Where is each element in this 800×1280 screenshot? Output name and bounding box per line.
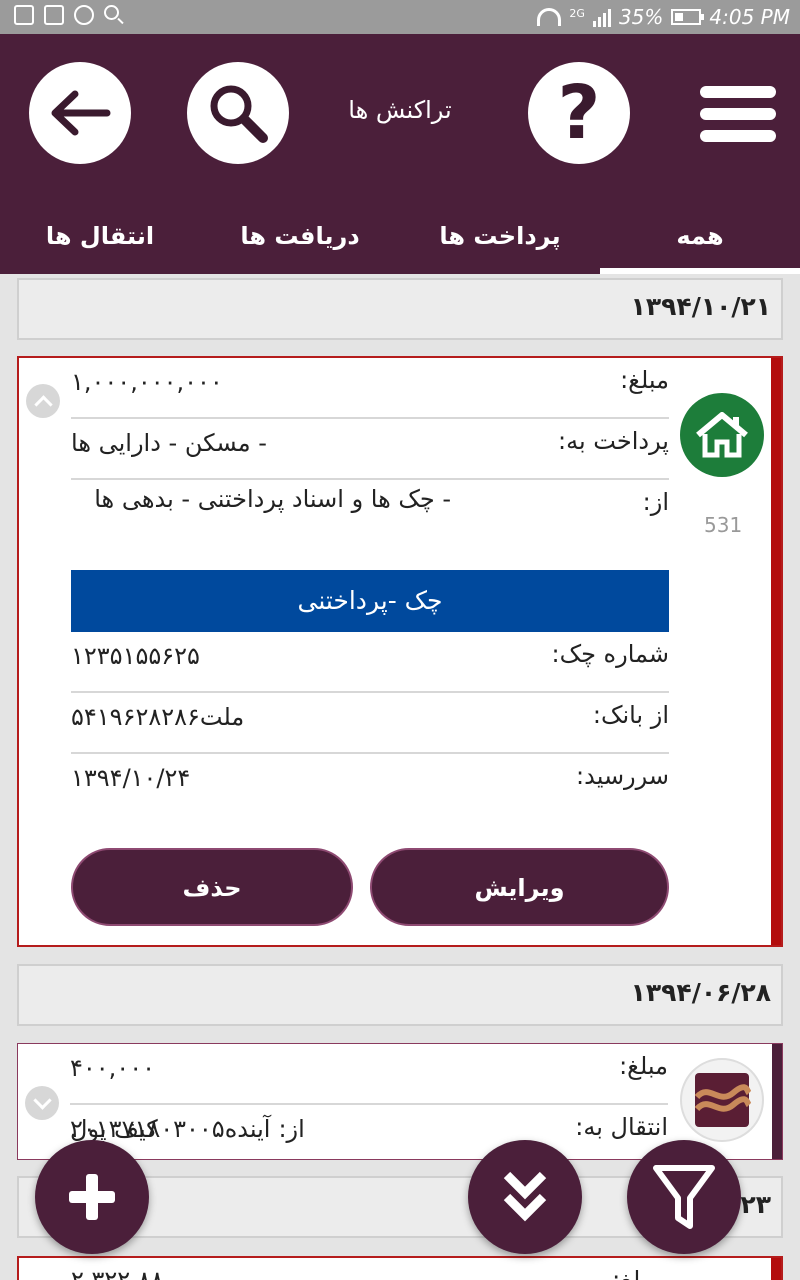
delete-button[interactable]: حذف (71, 848, 353, 926)
notification-icon (14, 5, 34, 25)
amount-row: مبلغ: ۱,۰۰۰,۰۰۰,۰۰۰ (71, 358, 669, 419)
tab-all[interactable]: همه (600, 214, 800, 274)
from-value: - چک ها و اسناد پرداختنی - بدهی ها (94, 485, 451, 513)
status-search-icon (104, 5, 119, 20)
transaction-card: 531 مبلغ: ۱,۰۰۰,۰۰۰,۰۰۰ پرداخت به: - مسک… (17, 356, 783, 947)
check-number-value: ۱۲۳۵۱۵۵۶۲۵ (71, 642, 200, 670)
due-date-value: ۱۳۹۴/۱۰/۲۴ (71, 764, 191, 792)
amount-value: ۱,۰۰۰,۰۰۰,۰۰۰ (71, 368, 223, 396)
help-icon: ? (557, 70, 601, 156)
transfer-from-label: از: (278, 1115, 305, 1143)
load-more-button[interactable] (468, 1140, 582, 1254)
menu-icon (700, 86, 776, 98)
due-date-label: سررسید: (576, 762, 669, 790)
collapse-toggle[interactable] (26, 384, 60, 418)
status-stripe (771, 1258, 781, 1280)
double-chevron-down-icon (503, 1171, 547, 1222)
system-status: 2G 35% 4:05 PM (537, 5, 790, 29)
arrow-left-icon (51, 90, 111, 136)
from-row: از: - چک ها و اسناد پرداختنی - بدهی ها (71, 480, 669, 560)
page-title: تراکنش ها (348, 96, 452, 124)
tab-receipts[interactable]: دریافت ها (200, 214, 400, 274)
from-label: از: (642, 488, 669, 516)
help-button[interactable]: ? (528, 62, 630, 164)
edit-button[interactable]: ویرایش (370, 848, 669, 926)
search-icon (210, 85, 268, 143)
status-stripe (771, 358, 781, 945)
date-header: ۱۳۹۴/۱۰/۲۱ (17, 278, 783, 340)
transaction-count: 531 (704, 513, 743, 537)
plus-icon (69, 1174, 115, 1220)
transaction-type-banner: چک -پرداختنی (71, 570, 669, 632)
filter-button[interactable] (627, 1140, 741, 1254)
menu-button[interactable] (700, 86, 776, 142)
signal-icon (592, 7, 611, 27)
clock: 4:05 PM (709, 5, 790, 29)
amount-row: مبلغ: ۴۰۰,۰۰۰ (70, 1044, 668, 1105)
category-avatar (680, 393, 764, 477)
network-type: 2G (569, 6, 585, 20)
check-number-label: شماره چک: (551, 640, 670, 668)
add-transaction-button[interactable] (35, 1140, 149, 1254)
check-number-row: شماره چک: ۱۲۳۵۱۵۵۶۲۵ (71, 632, 669, 693)
app-header: تراکنش ها ? همه پرداخت ها دریافت ها انتق… (0, 34, 800, 274)
bank-row: از بانک: ملت۵۴۱۹۶۲۸۲۸۶ (71, 693, 669, 754)
amount-value: ۲,۳۲۲,۸۸ (71, 1266, 164, 1280)
amount-value: ۴۰۰,۰۰۰ (70, 1054, 155, 1082)
amount-label: مبلغ: (619, 1052, 668, 1080)
gallery-icon (44, 5, 64, 25)
tab-bar: همه پرداخت ها دریافت ها انتقال ها (0, 214, 800, 274)
wallet-icon (694, 1073, 751, 1127)
tab-payments[interactable]: پرداخت ها (400, 214, 600, 274)
notification-icons (14, 5, 119, 25)
search-button[interactable] (187, 62, 289, 164)
expand-toggle[interactable] (25, 1086, 59, 1120)
status-bar: 2G 35% 4:05 PM (0, 0, 800, 34)
sync-icon (74, 5, 94, 25)
pay-to-row: پرداخت به: - مسکن - دارایی ها (71, 419, 669, 480)
category-avatar (680, 1058, 764, 1142)
amount-label: مبلغ: (612, 1266, 661, 1280)
tab-transfers[interactable]: انتقال ها (0, 214, 200, 274)
bank-label: از بانک: (592, 701, 669, 729)
date-header: ۱۳۹۴/۰۶/۲۸ (17, 964, 783, 1026)
bank-value: ملت۵۴۱۹۶۲۸۲۸۶ (71, 703, 245, 731)
battery-icon (671, 9, 705, 25)
transfer-from-value: آینده۲۰۱۳۷۱۸۰۳۰۰۵ (70, 1115, 271, 1143)
home-icon (696, 412, 748, 458)
amount-label: مبلغ: (620, 366, 669, 394)
filter-icon (653, 1165, 715, 1229)
transfer-to-label: انتقال به: (575, 1113, 668, 1141)
due-date-row: سررسید: ۱۳۹۴/۱۰/۲۴ (71, 754, 669, 815)
transaction-card: مبلغ: ۲,۳۲۲,۸۸ (17, 1256, 783, 1280)
wifi-icon (537, 8, 562, 26)
pay-to-value: - مسکن - دارایی ها (71, 429, 267, 457)
battery-percent: 35% (618, 5, 664, 29)
transfer-from: از: آینده۲۰۱۳۷۱۸۰۳۰۰۵ (70, 1115, 305, 1143)
pay-to-label: پرداخت به: (558, 427, 669, 455)
back-button[interactable] (29, 62, 131, 164)
status-stripe (772, 1044, 782, 1159)
